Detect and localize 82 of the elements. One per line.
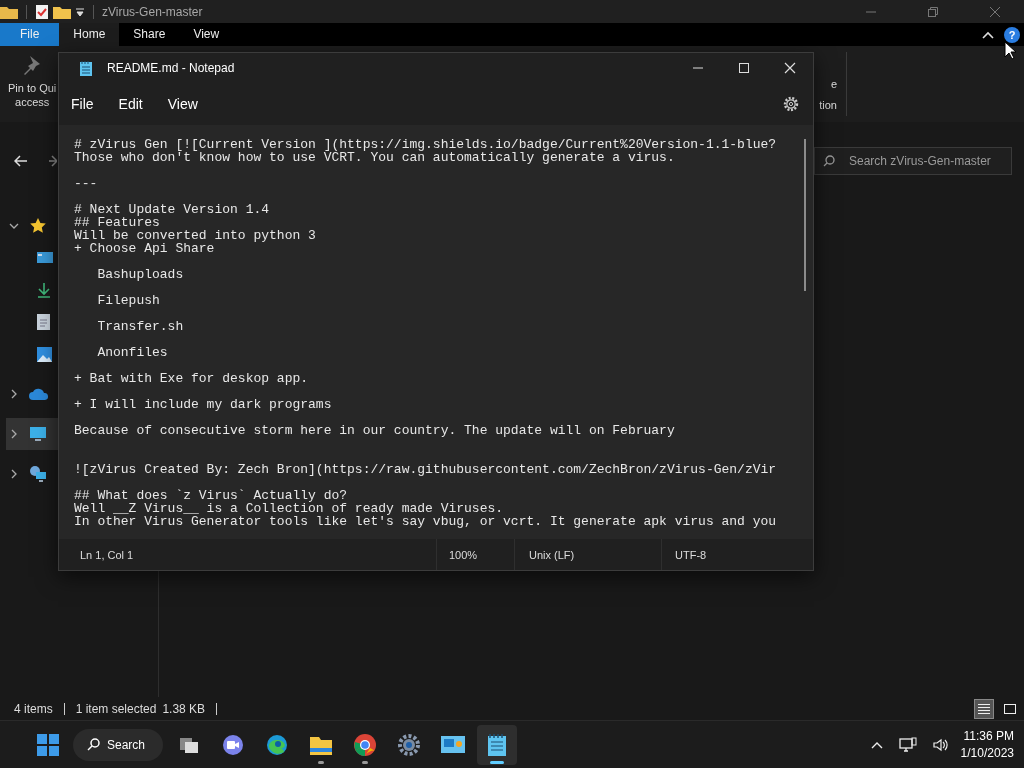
menu-item[interactable]: View — [167, 96, 210, 113]
back-arrow-icon[interactable] — [14, 155, 28, 167]
chevron-icon[interactable] — [9, 469, 19, 479]
ribbon-label: Pin to Qui — [8, 81, 57, 95]
text-line: Well __Z Virus__ is a Collection of ready made Viruses. — [74, 501, 505, 515]
text-line: Will be converted into python 3 — [74, 228, 317, 242]
volume-icon[interactable] — [932, 736, 949, 753]
text-line: + Bat with Exe for deskop app. — [74, 371, 310, 385]
chevron-icon[interactable] — [9, 429, 19, 439]
text-line: Bashuploads — [96, 267, 185, 281]
settings-icon[interactable] — [783, 96, 799, 113]
text-line: In other Virus Generator tools like let's say vbug, or vcrt. It generate apk virus and you — [74, 514, 778, 528]
selection-size: 1.38 KB — [162, 701, 206, 716]
text-line: Filepush — [96, 293, 161, 307]
list-lines-icon — [977, 702, 991, 715]
ribbon-label: tion — [819, 98, 837, 112]
text-line: Transfer.sh — [96, 319, 185, 333]
tray-chevron-icon[interactable] — [870, 740, 883, 749]
text-line: --- — [74, 176, 99, 190]
text-line: + Choose Api Share — [74, 241, 216, 255]
status-text: UTF-8 — [661, 539, 707, 570]
chevron-icon[interactable] — [9, 389, 19, 399]
ribbon-tab[interactable]: Home — [59, 23, 120, 46]
start-button[interactable] — [37, 733, 59, 756]
scrollbar-thumb[interactable] — [804, 138, 806, 291]
ribbon-tab[interactable]: Share — [119, 23, 180, 46]
status-text: Unix (LF) — [514, 539, 661, 570]
status-text: Ln 1, Col 1 — [79, 547, 135, 563]
text-line: ## What does `z Virus` Actually do? — [74, 488, 349, 502]
gear-icon — [397, 732, 422, 757]
video-chat-icon — [221, 732, 246, 757]
help-button[interactable]: ? — [1004, 26, 1020, 43]
picture-icon[interactable] — [37, 346, 52, 362]
text-line: # Next Update Version 1.4 — [74, 202, 271, 216]
item-count: 4 items — [14, 701, 53, 716]
chevron-icon[interactable] — [9, 221, 19, 231]
status-text: 100% — [436, 539, 514, 570]
menu-item[interactable]: Edit — [118, 96, 155, 113]
text-line: # zVirus Gen [![Current Version ](https://img.shields.io/badge/Current%20Version-1.1-blue? — [74, 137, 778, 151]
window-title: zVirus-Gen-master — [102, 4, 203, 19]
notepad-taskbar-button[interactable] — [477, 724, 518, 765]
window-title: README.md - Notepad — [107, 61, 235, 76]
properties-icon[interactable] — [35, 3, 49, 20]
search-icon — [823, 155, 835, 167]
file-tab[interactable]: File — [0, 23, 60, 46]
ribbon-label: e — [830, 77, 837, 91]
monitor-icon — [29, 425, 47, 443]
clock-date[interactable]: 1/10/2023 — [960, 744, 1014, 762]
search-field[interactable]: Search zVirus-Gen-master — [814, 147, 1012, 175]
new-folder-icon[interactable] — [53, 4, 71, 19]
collapse-ribbon-icon[interactable] — [982, 30, 994, 39]
browser-icon — [265, 732, 290, 757]
network-icon — [29, 465, 47, 483]
control-panel-icon — [440, 733, 467, 756]
text-line: ## Features — [74, 215, 160, 229]
clock-time[interactable]: 11:36 PM — [963, 727, 1014, 745]
search-button[interactable]: Search — [73, 728, 164, 761]
text-line: Those who don't know how to use VCRT. You can automatically generate a virus. — [74, 150, 675, 164]
browser-icon — [353, 732, 378, 757]
nav-item-highlight[interactable] — [6, 418, 58, 450]
notepad-icon — [487, 732, 508, 757]
star-icon — [29, 217, 47, 235]
text-line: Anonfiles — [96, 345, 169, 359]
dropdown-icon[interactable] — [75, 6, 85, 17]
details-view-button[interactable] — [974, 698, 994, 719]
folder-icon — [0, 4, 18, 19]
forward-arrow-icon[interactable] — [49, 155, 57, 167]
text-line: + I will include my dark programs — [74, 397, 333, 411]
download-icon[interactable] — [37, 282, 51, 298]
notepad-icon — [79, 59, 93, 77]
text-line: ![zVirus Created By: Zech Bron](https://raw.githubusercontent.com/ZechBron/zVirus-Gen/zVir — [74, 462, 778, 476]
square-icon — [1003, 702, 1017, 715]
network-icon[interactable] — [898, 736, 917, 753]
cloud-icon — [29, 388, 49, 400]
ribbon-tab[interactable]: View — [179, 23, 234, 46]
ribbon-label: access — [15, 95, 50, 109]
search-icon — [87, 738, 100, 751]
selection-info: 1 item selected — [75, 701, 157, 716]
desktop-icon[interactable] — [37, 251, 53, 265]
menu-item[interactable]: File — [71, 96, 106, 113]
maximize-button[interactable] — [738, 62, 750, 75]
text-line: Because of consecutive storm here in our country. The update will on February — [74, 423, 676, 437]
